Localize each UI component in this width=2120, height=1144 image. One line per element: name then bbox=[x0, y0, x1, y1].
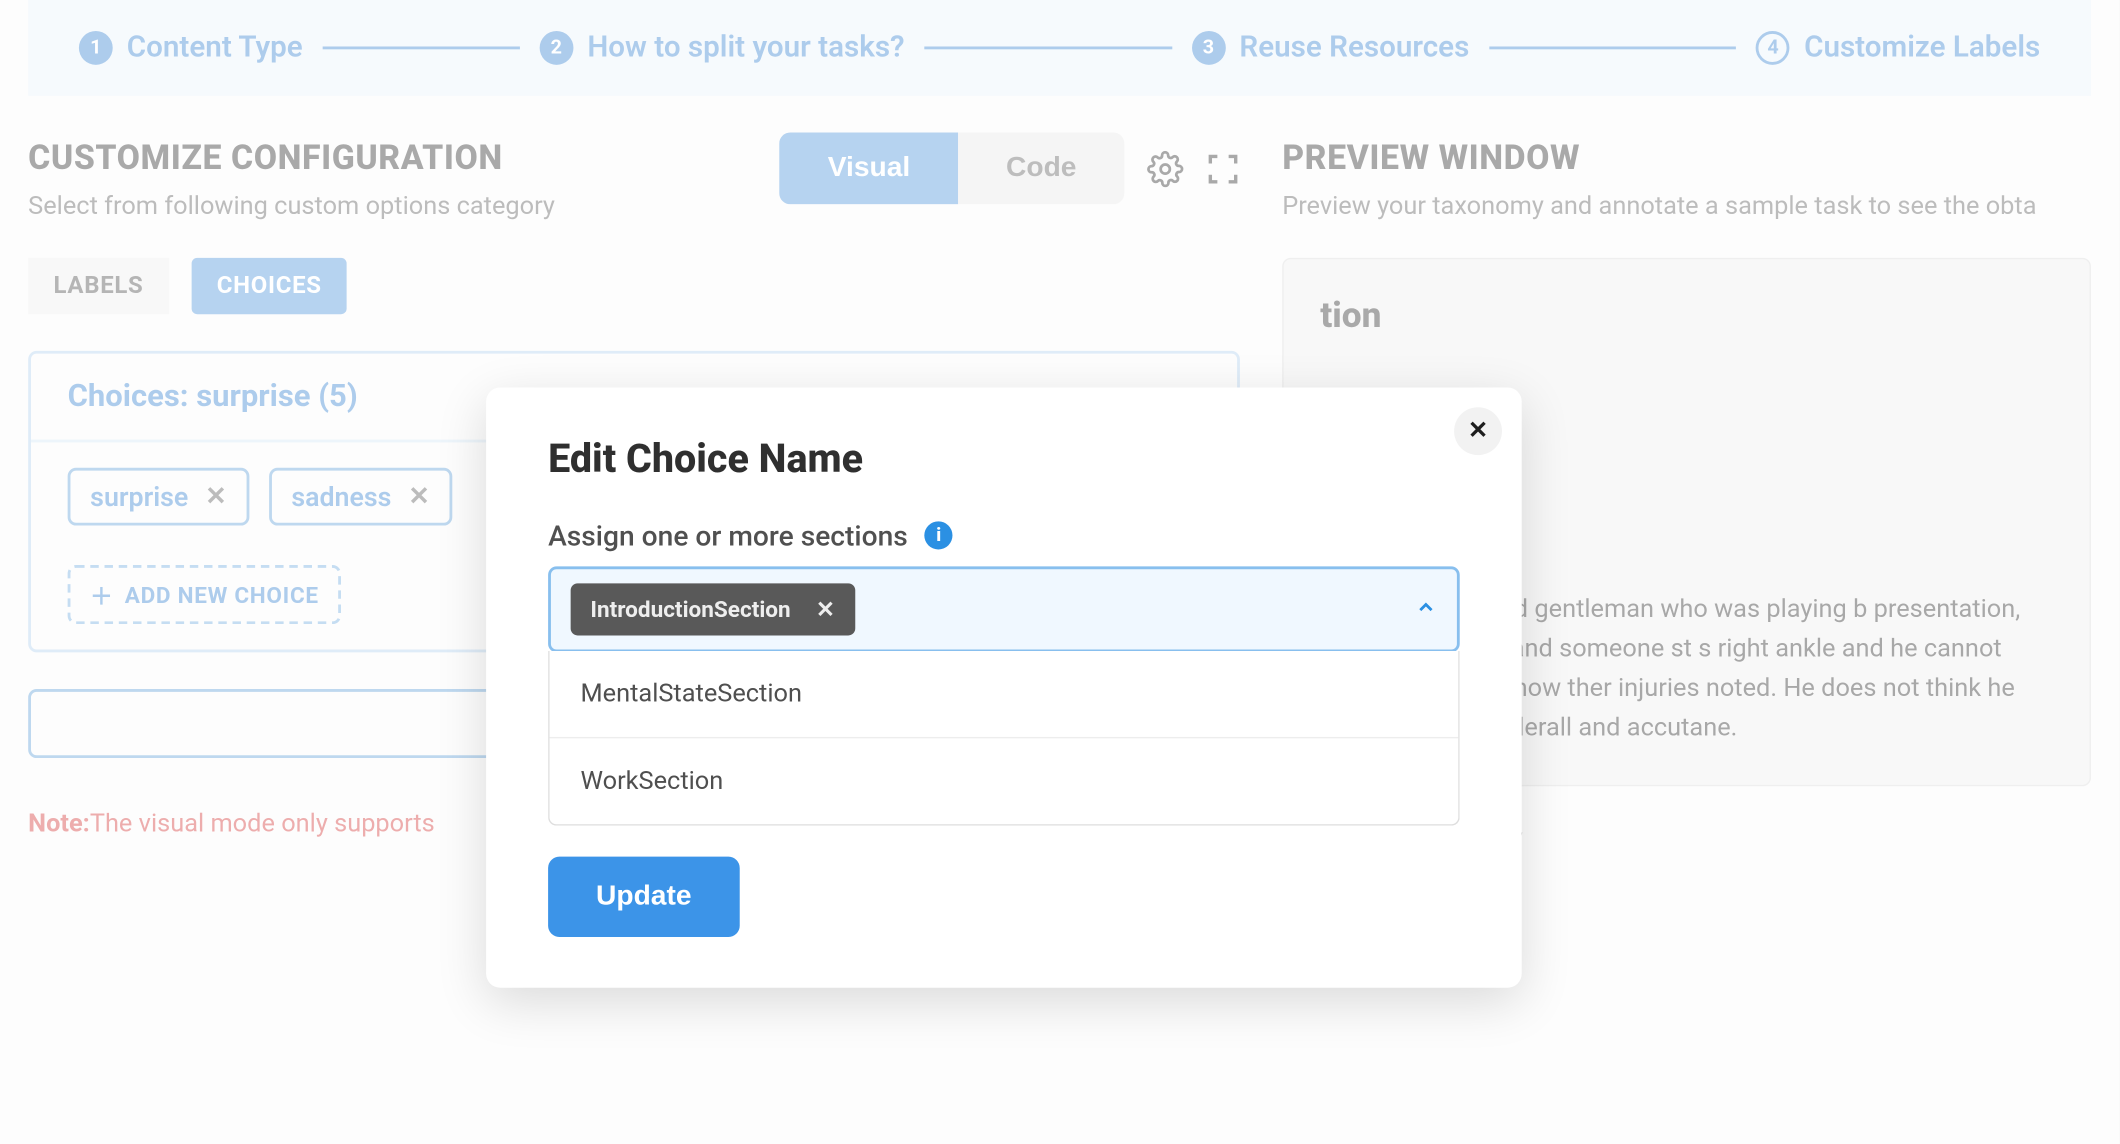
remove-tag-icon[interactable]: ✕ bbox=[816, 596, 835, 623]
sections-dropdown: MentalStateSection WorkSection bbox=[548, 651, 1460, 826]
assign-sections-label: Assign one or more sections i bbox=[548, 519, 1460, 553]
selected-section-label: IntroductionSection bbox=[590, 596, 790, 623]
chevron-up-icon[interactable] bbox=[1415, 595, 1438, 623]
info-icon[interactable]: i bbox=[925, 521, 953, 549]
field-label-text: Assign one or more sections bbox=[548, 519, 908, 553]
dropdown-option[interactable]: WorkSection bbox=[550, 737, 1459, 824]
edit-choice-name-modal: ✕ Edit Choice Name Assign one or more se… bbox=[486, 387, 1522, 987]
modal-title: Edit Choice Name bbox=[548, 435, 1460, 481]
selected-section-tag: IntroductionSection ✕ bbox=[571, 583, 855, 635]
close-icon[interactable]: ✕ bbox=[1454, 407, 1502, 455]
update-button[interactable]: Update bbox=[548, 857, 739, 937]
sections-multiselect[interactable]: IntroductionSection ✕ bbox=[548, 566, 1460, 652]
dropdown-option[interactable]: MentalStateSection bbox=[550, 651, 1459, 737]
